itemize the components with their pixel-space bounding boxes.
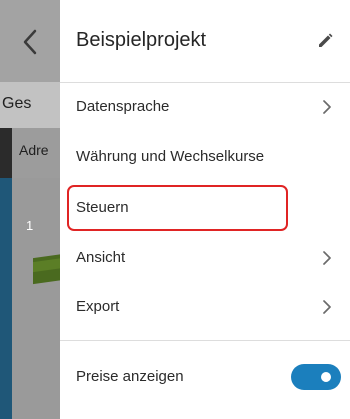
menu-item-label: Export <box>76 298 120 315</box>
menu-item-steuern[interactable]: Steuern <box>60 186 350 230</box>
menu-item-waehrung[interactable]: Währung und Wechselkurse <box>60 135 350 179</box>
edit-icon[interactable] <box>316 32 334 50</box>
chevron-right-icon <box>323 300 331 314</box>
background-section-title: Ges <box>0 82 60 128</box>
background-row-label: Adre <box>19 142 49 158</box>
chevron-right-icon <box>323 251 331 265</box>
menu-header: Beispielprojekt <box>60 0 350 82</box>
menu-item-label: Datensprache <box>76 98 170 115</box>
menu-item-label: Währung und Wechselkurse <box>76 148 265 165</box>
background-section-label: Ges <box>2 95 32 112</box>
back-icon[interactable] <box>20 26 40 58</box>
menu-item-label: Steuern <box>76 199 129 216</box>
menu-item-export[interactable]: Export <box>60 285 350 329</box>
background-app: Ges Adre 1 <box>0 0 60 419</box>
background-accent-bar <box>0 178 12 419</box>
section-divider <box>60 340 350 341</box>
background-item-number: 1 <box>26 218 34 233</box>
background-row: Adre <box>0 128 60 178</box>
menu-item-datensprache[interactable]: Datensprache <box>60 85 350 129</box>
menu-item-ansicht[interactable]: Ansicht <box>60 236 350 280</box>
preise-anzeigen-toggle[interactable] <box>291 364 341 390</box>
project-menu: Beispielprojekt Datensprache Währung und… <box>60 0 350 419</box>
menu-title: Beispielprojekt <box>76 29 207 51</box>
menu-item-label: Ansicht <box>76 249 126 266</box>
chevron-right-icon <box>323 100 331 114</box>
background-row-bar <box>0 128 12 178</box>
background-content: 1 <box>0 178 60 419</box>
toggle-knob <box>321 372 331 382</box>
header-divider <box>60 82 350 83</box>
background-thumbnail <box>33 253 60 285</box>
background-header <box>0 0 60 82</box>
toggle-label: Preise anzeigen <box>76 368 184 385</box>
